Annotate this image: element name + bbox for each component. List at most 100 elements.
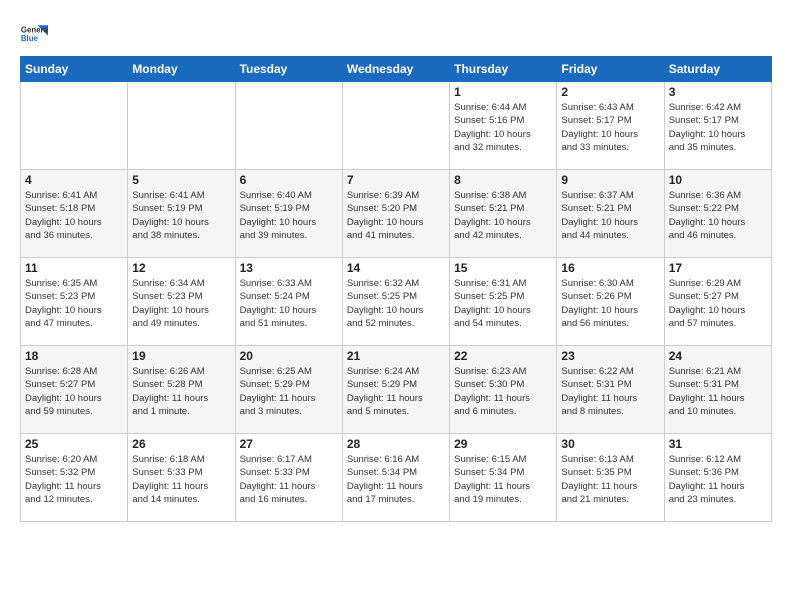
day-cell: 9 Sunrise: 6:37 AM Sunset: 5:21 PM Daylig… [557,170,664,258]
day-cell: 21Sunrise: 6:24 AM Sunset: 5:29 PM Dayli… [342,346,449,434]
day-number: 1 [454,85,552,99]
day-info: Sunrise: 6:18 AM Sunset: 5:33 PM Dayligh… [132,453,230,506]
day-cell: 19Sunrise: 6:26 AM Sunset: 5:28 PM Dayli… [128,346,235,434]
day-info: Sunrise: 6:30 AM Sunset: 5:26 PM Dayligh… [561,277,659,330]
day-number: 2 [561,85,659,99]
day-cell: 23 Sunrise: 6:22 AM Sunset: 5:31 PM Dayli… [557,346,664,434]
day-number: 16 [561,261,659,275]
day-cell: 4 Sunrise: 6:41 AM Sunset: 5:18 PM Daylig… [21,170,128,258]
header-cell-wednesday: Wednesday [342,57,449,82]
day-info: Sunrise: 6:34 AM Sunset: 5:23 PM Dayligh… [132,277,230,330]
week-row-4: 18Sunrise: 6:28 AM Sunset: 5:27 PM Dayli… [21,346,772,434]
day-info: Sunrise: 6:40 AM Sunset: 5:19 PM Dayligh… [240,189,338,242]
day-cell: 12Sunrise: 6:34 AM Sunset: 5:23 PM Dayli… [128,258,235,346]
day-cell: 20 Sunrise: 6:25 AM Sunset: 5:29 PM Dayli… [235,346,342,434]
day-number: 24 [669,349,767,363]
day-cell: 31 Sunrise: 6:12 AM Sunset: 5:36 PM Dayli… [664,434,771,522]
day-info: Sunrise: 6:39 AM Sunset: 5:20 PM Dayligh… [347,189,445,242]
header-row: SundayMondayTuesdayWednesdayThursdayFrid… [21,57,772,82]
day-number: 15 [454,261,552,275]
day-cell: 15 Sunrise: 6:31 AM Sunset: 5:25 PM Dayli… [450,258,557,346]
day-number: 9 [561,173,659,187]
day-info: Sunrise: 6:41 AM Sunset: 5:18 PM Dayligh… [25,189,123,242]
day-cell: 22 Sunrise: 6:23 AM Sunset: 5:30 PM Dayli… [450,346,557,434]
day-number: 5 [132,173,230,187]
day-number: 27 [240,437,338,451]
day-number: 10 [669,173,767,187]
day-cell: 6 Sunrise: 6:40 AM Sunset: 5:19 PM Daylig… [235,170,342,258]
header-cell-sunday: Sunday [21,57,128,82]
day-cell: 11 Sunrise: 6:35 AM Sunset: 5:23 PM Dayli… [21,258,128,346]
header-cell-monday: Monday [128,57,235,82]
day-number: 30 [561,437,659,451]
day-cell [235,82,342,170]
header-cell-saturday: Saturday [664,57,771,82]
day-number: 7 [347,173,445,187]
day-info: Sunrise: 6:20 AM Sunset: 5:32 PM Dayligh… [25,453,123,506]
day-cell: 27 Sunrise: 6:17 AM Sunset: 5:33 PM Dayli… [235,434,342,522]
day-cell: 14 Sunrise: 6:32 AM Sunset: 5:25 PM Dayli… [342,258,449,346]
day-number: 23 [561,349,659,363]
day-info: Sunrise: 6:22 AM Sunset: 5:31 PM Dayligh… [561,365,659,418]
day-number: 28 [347,437,445,451]
day-number: 14 [347,261,445,275]
day-info: Sunrise: 6:17 AM Sunset: 5:33 PM Dayligh… [240,453,338,506]
day-cell: 17 Sunrise: 6:29 AM Sunset: 5:27 PM Dayli… [664,258,771,346]
day-cell: 1Sunrise: 6:44 AM Sunset: 5:16 PM Daylig… [450,82,557,170]
day-info: Sunrise: 6:31 AM Sunset: 5:25 PM Dayligh… [454,277,552,330]
day-info: Sunrise: 6:35 AM Sunset: 5:23 PM Dayligh… [25,277,123,330]
day-info: Sunrise: 6:36 AM Sunset: 5:22 PM Dayligh… [669,189,767,242]
day-info: Sunrise: 6:38 AM Sunset: 5:21 PM Dayligh… [454,189,552,242]
day-number: 26 [132,437,230,451]
day-info: Sunrise: 6:13 AM Sunset: 5:35 PM Dayligh… [561,453,659,506]
logo-icon: General Blue [20,20,48,48]
svg-text:Blue: Blue [21,34,39,43]
day-cell: 29 Sunrise: 6:15 AM Sunset: 5:34 PM Dayli… [450,434,557,522]
day-info: Sunrise: 6:15 AM Sunset: 5:34 PM Dayligh… [454,453,552,506]
week-row-5: 25 Sunrise: 6:20 AM Sunset: 5:32 PM Dayli… [21,434,772,522]
day-cell: 16 Sunrise: 6:30 AM Sunset: 5:26 PM Dayli… [557,258,664,346]
day-info: Sunrise: 6:41 AM Sunset: 5:19 PM Dayligh… [132,189,230,242]
day-cell: 25 Sunrise: 6:20 AM Sunset: 5:32 PM Dayli… [21,434,128,522]
header: General Blue [20,16,772,48]
header-cell-thursday: Thursday [450,57,557,82]
header-cell-tuesday: Tuesday [235,57,342,82]
day-cell: 13Sunrise: 6:33 AM Sunset: 5:24 PM Dayli… [235,258,342,346]
header-cell-friday: Friday [557,57,664,82]
week-row-2: 4 Sunrise: 6:41 AM Sunset: 5:18 PM Daylig… [21,170,772,258]
day-info: Sunrise: 6:23 AM Sunset: 5:30 PM Dayligh… [454,365,552,418]
day-info: Sunrise: 6:16 AM Sunset: 5:34 PM Dayligh… [347,453,445,506]
day-number: 19 [132,349,230,363]
day-cell: 26 Sunrise: 6:18 AM Sunset: 5:33 PM Dayli… [128,434,235,522]
day-number: 25 [25,437,123,451]
day-cell: 7 Sunrise: 6:39 AM Sunset: 5:20 PM Daylig… [342,170,449,258]
day-number: 20 [240,349,338,363]
day-number: 4 [25,173,123,187]
day-info: Sunrise: 6:33 AM Sunset: 5:24 PM Dayligh… [240,277,338,330]
day-info: Sunrise: 6:37 AM Sunset: 5:21 PM Dayligh… [561,189,659,242]
day-number: 17 [669,261,767,275]
day-number: 6 [240,173,338,187]
day-cell: 5 Sunrise: 6:41 AM Sunset: 5:19 PM Daylig… [128,170,235,258]
day-number: 31 [669,437,767,451]
day-number: 22 [454,349,552,363]
week-row-3: 11 Sunrise: 6:35 AM Sunset: 5:23 PM Dayli… [21,258,772,346]
day-cell [342,82,449,170]
day-cell [21,82,128,170]
day-cell: 30 Sunrise: 6:13 AM Sunset: 5:35 PM Dayli… [557,434,664,522]
day-number: 11 [25,261,123,275]
day-info: Sunrise: 6:29 AM Sunset: 5:27 PM Dayligh… [669,277,767,330]
day-info: Sunrise: 6:32 AM Sunset: 5:25 PM Dayligh… [347,277,445,330]
day-cell: 3Sunrise: 6:42 AM Sunset: 5:17 PM Daylig… [664,82,771,170]
day-cell: 18Sunrise: 6:28 AM Sunset: 5:27 PM Dayli… [21,346,128,434]
day-info: Sunrise: 6:21 AM Sunset: 5:31 PM Dayligh… [669,365,767,418]
day-info: Sunrise: 6:42 AM Sunset: 5:17 PM Dayligh… [669,101,767,154]
day-info: Sunrise: 6:12 AM Sunset: 5:36 PM Dayligh… [669,453,767,506]
day-info: Sunrise: 6:25 AM Sunset: 5:29 PM Dayligh… [240,365,338,418]
day-number: 8 [454,173,552,187]
day-cell [128,82,235,170]
svg-text:General: General [21,25,48,34]
day-number: 29 [454,437,552,451]
day-cell: 2Sunrise: 6:43 AM Sunset: 5:17 PM Daylig… [557,82,664,170]
calendar-table: SundayMondayTuesdayWednesdayThursdayFrid… [20,56,772,522]
